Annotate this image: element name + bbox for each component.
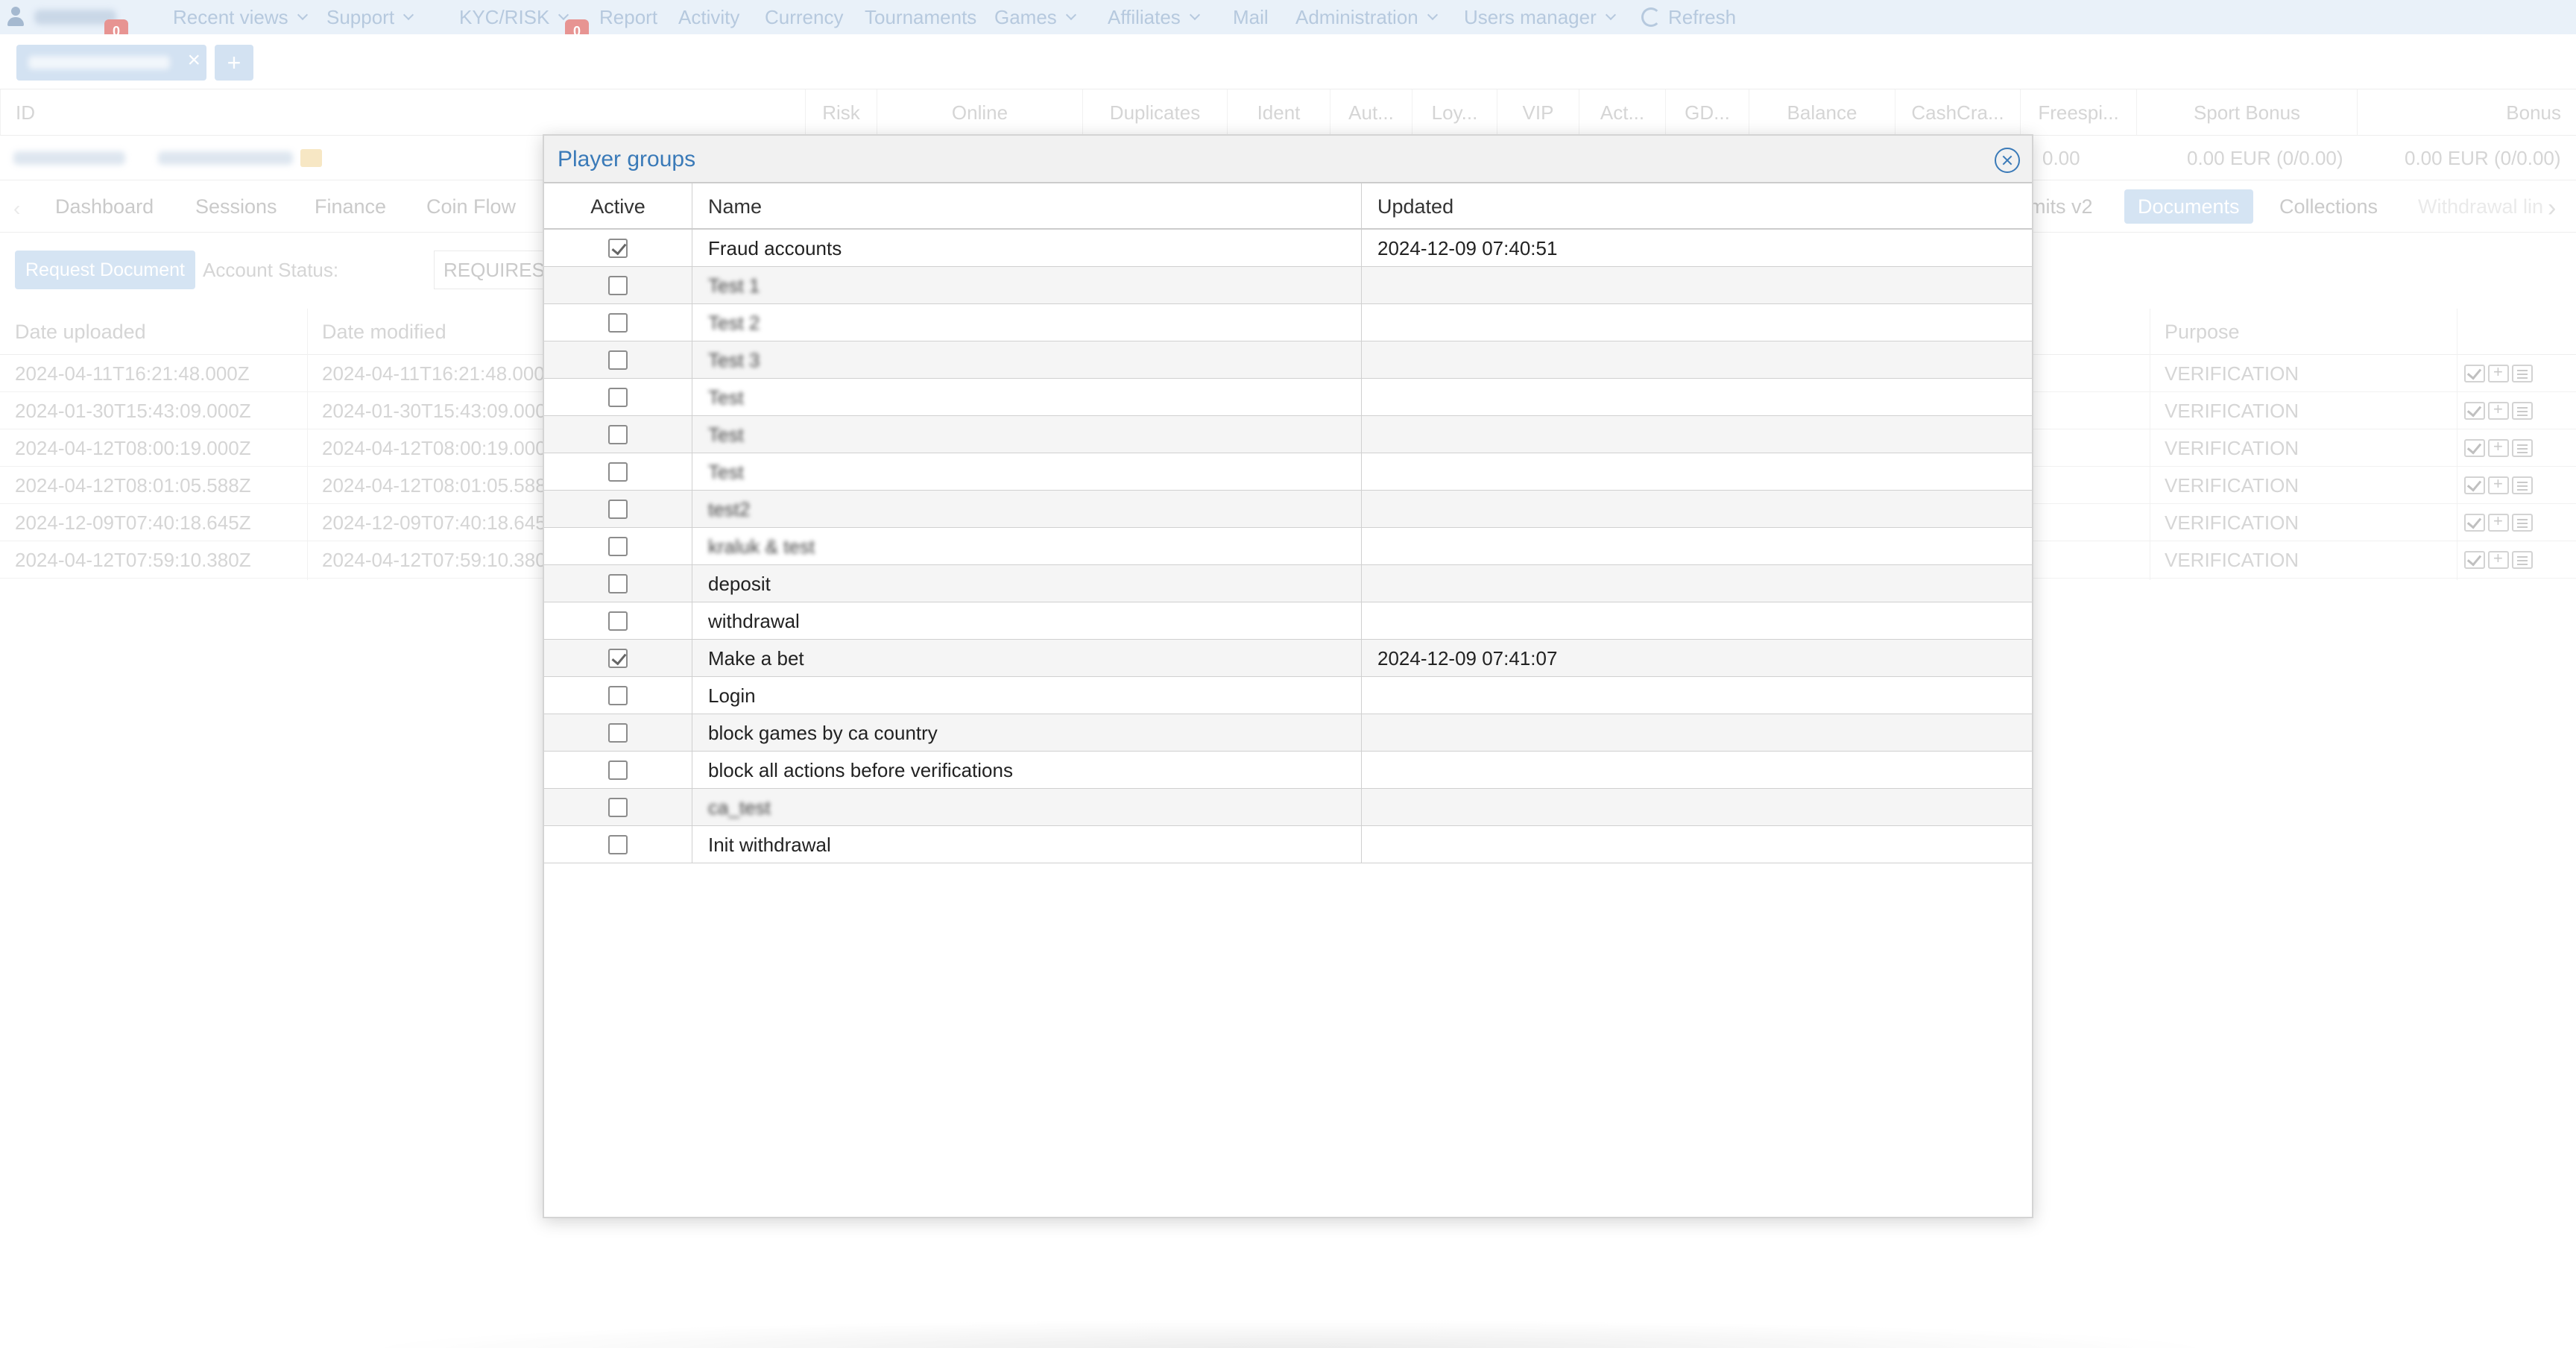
header-updated[interactable]: Updated [1377, 183, 1453, 230]
active-cell [544, 752, 692, 789]
group-row: deposit [544, 565, 2032, 602]
group-active-checkbox[interactable] [608, 760, 628, 780]
group-name: withdrawal [708, 609, 800, 632]
groups-table-body: Fraud accounts 2024-12-09 07:40:51 Test 1 T… [544, 230, 2032, 863]
group-row: Fraud accounts 2024-12-09 07:40:51 [544, 230, 2032, 267]
active-cell [544, 379, 692, 416]
active-cell [544, 565, 692, 602]
active-cell [544, 304, 692, 341]
active-cell [544, 230, 692, 267]
group-row: Init withdrawal [544, 826, 2032, 863]
active-cell [544, 341, 692, 379]
group-active-checkbox[interactable] [608, 239, 628, 258]
group-row: Test [544, 416, 2032, 453]
group-row: Make a bet 2024-12-09 07:41:07 [544, 640, 2032, 677]
group-row: Test [544, 379, 2032, 416]
groups-table-header: Active Name Updated [544, 183, 2032, 230]
group-row: Test 3 [544, 341, 2032, 379]
group-row: kraluk & test [544, 528, 2032, 565]
active-cell [544, 789, 692, 826]
group-name: Login [708, 684, 756, 707]
group-name: Test 1 [708, 274, 760, 297]
group-active-checkbox[interactable] [608, 649, 628, 668]
group-active-checkbox[interactable] [608, 611, 628, 631]
player-groups-table: Active Name Updated Fraud accounts 2024-1… [544, 183, 2032, 863]
group-updated: 2024-12-09 07:41:07 [1377, 646, 1558, 670]
group-active-checkbox[interactable] [608, 462, 628, 482]
group-name: Test [708, 385, 744, 409]
header-active[interactable]: Active [544, 183, 692, 230]
group-name: block games by ca country [708, 721, 938, 744]
active-cell [544, 416, 692, 453]
group-name: Init withdrawal [708, 833, 831, 856]
header-name[interactable]: Name [708, 183, 762, 230]
active-cell [544, 528, 692, 565]
active-cell [544, 602, 692, 640]
group-active-checkbox[interactable] [608, 686, 628, 705]
group-active-checkbox[interactable] [608, 835, 628, 854]
group-name: Test [708, 460, 744, 483]
group-row: block games by ca country [544, 714, 2032, 752]
group-active-checkbox[interactable] [608, 388, 628, 407]
group-active-checkbox[interactable] [608, 798, 628, 817]
group-name: kraluk & test [708, 535, 815, 558]
group-row: withdrawal [544, 602, 2032, 640]
group-row: Login [544, 677, 2032, 714]
close-icon[interactable] [1995, 148, 2020, 173]
group-active-checkbox[interactable] [608, 425, 628, 444]
group-row: Test 2 [544, 304, 2032, 341]
group-name: Test 2 [708, 311, 760, 334]
group-name: Make a bet [708, 646, 804, 670]
group-row: test2 [544, 491, 2032, 528]
active-cell [544, 714, 692, 752]
group-active-checkbox[interactable] [608, 723, 628, 743]
group-name: Test [708, 423, 744, 446]
group-active-checkbox[interactable] [608, 350, 628, 370]
active-cell [544, 826, 692, 863]
group-row: block all actions before verifications [544, 752, 2032, 789]
dialog-title: Player groups [558, 147, 696, 171]
active-cell [544, 267, 692, 304]
group-row: ca_test [544, 789, 2032, 826]
group-row: Test [544, 453, 2032, 491]
group-name: ca_test [708, 796, 771, 819]
group-row: Test 1 [544, 267, 2032, 304]
active-cell [544, 640, 692, 677]
active-cell [544, 677, 692, 714]
player-groups-dialog: Player groups Active Name Updated Fraud … [543, 134, 2033, 1218]
group-active-checkbox[interactable] [608, 500, 628, 519]
dialog-title-bar: Player groups [544, 136, 2032, 183]
group-active-checkbox[interactable] [608, 537, 628, 556]
group-name: deposit [708, 572, 771, 595]
group-updated: 2024-12-09 07:40:51 [1377, 236, 1558, 259]
group-name: block all actions before verifications [708, 758, 1013, 781]
active-cell [544, 453, 692, 491]
group-name: Fraud accounts [708, 236, 842, 259]
group-name: test2 [708, 497, 751, 520]
group-active-checkbox[interactable] [608, 276, 628, 295]
group-active-checkbox[interactable] [608, 313, 628, 333]
active-cell [544, 491, 692, 528]
group-active-checkbox[interactable] [608, 574, 628, 593]
group-name: Test 3 [708, 348, 760, 371]
